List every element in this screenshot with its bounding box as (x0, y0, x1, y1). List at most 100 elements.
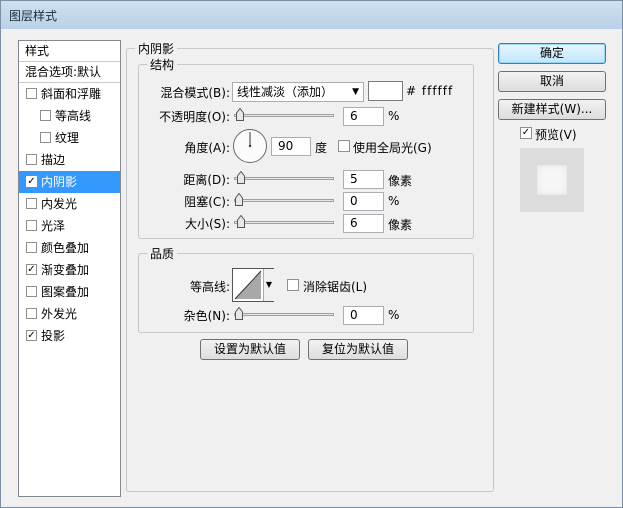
blend-mode-select[interactable]: 线性减淡（添加） ▼ (232, 82, 364, 102)
style-item-label: 光泽 (41, 219, 66, 233)
style-item-label: 等高线 (55, 109, 92, 123)
style-checkbox[interactable] (26, 198, 37, 209)
set-default-button[interactable]: 设置为默认值 (200, 339, 300, 360)
angle-label: 角度(A): (184, 141, 230, 155)
style-checkbox[interactable]: ✓ (26, 330, 37, 341)
slider-track (234, 199, 334, 202)
style-preview-thumbnail (520, 148, 584, 212)
structure-title: 结构 (150, 58, 175, 72)
style-checkbox[interactable] (26, 308, 37, 319)
style-checkbox[interactable] (26, 242, 37, 253)
size-label: 大小(S): (184, 217, 230, 231)
title-bar[interactable]: 图层样式 (1, 1, 622, 29)
distance-slider[interactable] (234, 169, 334, 189)
style-item-outer-glow[interactable]: 外发光 (19, 303, 120, 325)
style-item-label: 纹理 (55, 131, 80, 145)
slider-track (234, 221, 334, 224)
style-item-label: 图案叠加 (41, 285, 90, 299)
blend-options-item[interactable]: 混合选项:默认 (19, 62, 120, 83)
style-item-color-overlay[interactable]: 颜色叠加 (19, 237, 120, 259)
distance-unit: 像素 (388, 174, 413, 188)
global-light-label: 使用全局光(G) (353, 141, 432, 155)
ok-button[interactable]: 确定 (498, 43, 606, 64)
slider-track (234, 114, 334, 117)
style-item-label: 描边 (41, 153, 66, 167)
angle-input[interactable]: 90 (271, 137, 311, 156)
preview-label: 预览(V) (535, 128, 577, 142)
style-item-bevel[interactable]: 斜面和浮雕 (19, 83, 120, 105)
style-checkbox[interactable] (26, 88, 37, 99)
style-item-label: 外发光 (41, 307, 78, 321)
style-item-inner-glow[interactable]: 内发光 (19, 193, 120, 215)
style-list: 样式 混合选项:默认 斜面和浮雕 等高线 纹理 描边 ✓ 内阴影 内发光 光泽 颜… (18, 40, 121, 497)
slider-track (234, 177, 334, 180)
style-item-gradient-overlay[interactable]: ✓ 渐变叠加 (19, 259, 120, 281)
size-slider[interactable] (234, 213, 334, 233)
style-item-drop-shadow[interactable]: ✓ 投影 (19, 325, 120, 347)
color-hex-text: # ffffff (406, 84, 454, 98)
style-preview-swatch (537, 165, 567, 195)
size-unit: 像素 (388, 218, 413, 232)
blend-mode-label: 混合模式(B): (160, 86, 230, 100)
style-item-label: 渐变叠加 (41, 263, 90, 277)
contour-label: 等高线: (189, 280, 230, 294)
opacity-slider[interactable] (234, 106, 334, 126)
opacity-unit: % (388, 109, 400, 123)
choke-input[interactable]: 0 (343, 192, 384, 211)
dropdown-arrow-icon: ▼ (352, 87, 359, 97)
slider-thumb-icon[interactable] (236, 108, 244, 121)
slider-track (234, 313, 334, 316)
style-checkbox[interactable] (40, 110, 51, 121)
reset-default-button[interactable]: 复位为默认值 (308, 339, 408, 360)
layer-style-dialog: 图层样式 样式 混合选项:默认 斜面和浮雕 等高线 纹理 描边 ✓ 内阴影 内发光… (0, 0, 623, 508)
style-item-label: 内阴影 (41, 175, 78, 189)
slider-thumb-icon[interactable] (235, 193, 243, 206)
distance-label: 距离(D): (183, 173, 230, 187)
noise-label: 杂色(N): (183, 309, 230, 323)
contour-picker[interactable]: ▼ (232, 268, 274, 302)
opacity-label: 不透明度(O): (159, 110, 230, 124)
style-item-stroke[interactable]: 描边 (19, 149, 120, 171)
slider-thumb-icon[interactable] (235, 307, 243, 320)
size-input[interactable]: 6 (343, 214, 384, 233)
style-checkbox[interactable] (40, 132, 51, 143)
contour-dropdown-arrow-icon[interactable]: ▼ (263, 269, 274, 301)
antialias-checkbox[interactable] (287, 279, 299, 291)
style-item-satin[interactable]: 光泽 (19, 215, 120, 237)
preview-checkbox[interactable]: ✓ (520, 127, 532, 139)
style-item-label: 颜色叠加 (41, 241, 90, 255)
panel-title: 内阴影 (138, 42, 175, 56)
angle-unit: 度 (315, 141, 328, 155)
style-checkbox[interactable] (26, 220, 37, 231)
style-list-header[interactable]: 样式 (19, 41, 120, 62)
angle-dial-icon[interactable] (232, 128, 268, 164)
shadow-color-swatch[interactable] (368, 81, 403, 101)
style-checkbox[interactable] (26, 286, 37, 297)
cancel-button[interactable]: 取消 (498, 71, 606, 92)
distance-input[interactable]: 5 (343, 170, 384, 189)
choke-unit: % (388, 194, 400, 208)
style-item-label: 内发光 (41, 197, 78, 211)
style-item-texture[interactable]: 纹理 (19, 127, 120, 149)
style-item-label: 斜面和浮雕 (41, 87, 102, 101)
style-items: 斜面和浮雕 等高线 纹理 描边 ✓ 内阴影 内发光 光泽 颜色叠加 ✓ 渐变叠加 图… (19, 83, 120, 347)
style-item-pattern-overlay[interactable]: 图案叠加 (19, 281, 120, 303)
global-light-checkbox[interactable] (338, 140, 350, 152)
slider-thumb-icon[interactable] (237, 171, 245, 184)
opacity-input[interactable]: 6 (343, 107, 384, 126)
style-item-inner-shadow[interactable]: ✓ 内阴影 (19, 171, 120, 193)
new-style-button[interactable]: 新建样式(W)... (498, 99, 606, 120)
noise-slider[interactable] (234, 305, 334, 325)
style-checkbox[interactable]: ✓ (26, 264, 37, 275)
window-title: 图层样式 (9, 9, 58, 23)
style-checkbox[interactable] (26, 154, 37, 165)
choke-slider[interactable] (234, 191, 334, 211)
style-item-contour[interactable]: 等高线 (19, 105, 120, 127)
noise-input[interactable]: 0 (343, 306, 384, 325)
choke-label: 阻塞(C): (184, 195, 230, 209)
quality-title: 品质 (150, 247, 175, 261)
style-checkbox[interactable]: ✓ (26, 176, 37, 187)
dialog-body: 样式 混合选项:默认 斜面和浮雕 等高线 纹理 描边 ✓ 内阴影 内发光 光泽 颜… (10, 31, 614, 501)
slider-thumb-icon[interactable] (237, 215, 245, 228)
contour-curve-icon (234, 270, 262, 300)
